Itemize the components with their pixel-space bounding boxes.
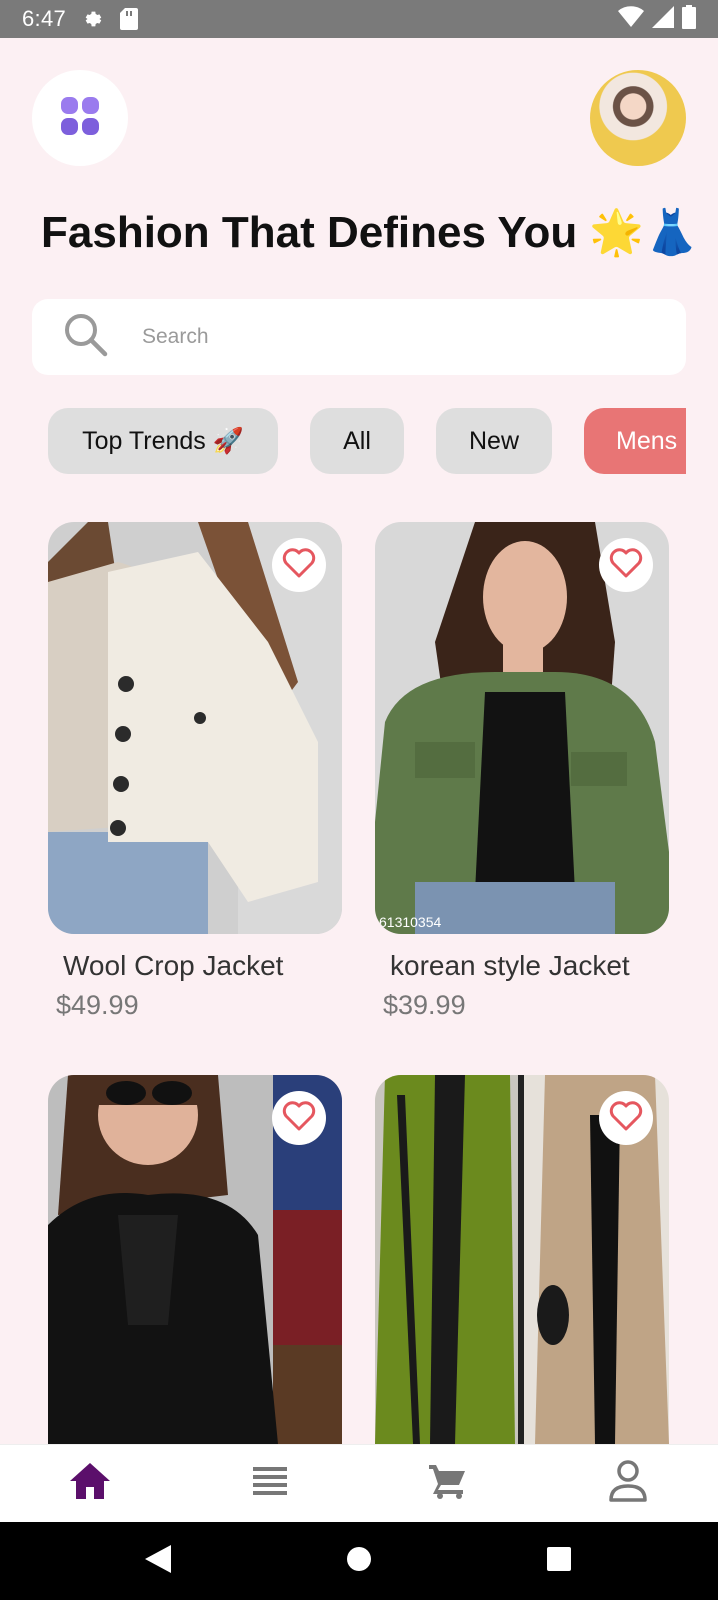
profile-icon — [609, 1459, 647, 1507]
image-watermark: 61310354 — [379, 914, 442, 930]
home-icon — [70, 1462, 110, 1504]
product-card-wool-crop-jacket[interactable] — [48, 522, 342, 934]
favorite-button[interactable] — [599, 538, 653, 592]
back-button[interactable] — [138, 1541, 178, 1581]
avatar[interactable] — [590, 70, 686, 166]
status-time: 6:47 — [22, 6, 67, 31]
product-name[interactable]: Wool Crop Jacket — [63, 950, 283, 982]
favorite-button[interactable] — [272, 538, 326, 592]
chip-new[interactable]: New — [436, 408, 552, 474]
home-circle-icon — [346, 1546, 372, 1577]
product-card-long-coat[interactable] — [375, 1075, 669, 1444]
nav-profile[interactable] — [598, 1455, 658, 1511]
page-title: Fashion That Defines You 🌟👗 — [41, 208, 700, 257]
chip-mens[interactable]: Mens — [584, 408, 686, 474]
gear-icon — [82, 8, 104, 30]
nav-catalog[interactable] — [240, 1455, 300, 1511]
favorite-button[interactable] — [599, 1091, 653, 1145]
wifi-icon — [618, 5, 644, 33]
battery-icon — [682, 4, 696, 34]
product-card-leather-jacket[interactable] — [48, 1075, 342, 1444]
chip-all[interactable]: All — [310, 408, 404, 474]
recents-square-icon — [547, 1546, 571, 1576]
product-name[interactable]: korean style Jacket — [390, 950, 630, 982]
heart-icon — [609, 547, 643, 583]
menu-button[interactable] — [32, 70, 128, 166]
search-bar[interactable] — [32, 299, 686, 375]
favorite-button[interactable] — [272, 1091, 326, 1145]
status-right-icons — [618, 4, 696, 34]
signal-icon — [652, 5, 674, 33]
search-input[interactable] — [142, 325, 622, 349]
heart-icon — [282, 1100, 316, 1136]
recents-button[interactable] — [539, 1541, 579, 1581]
chip-top-trends[interactable]: Top Trends 🚀 — [48, 408, 278, 474]
product-card-korean-style-jacket[interactable]: 61310354 — [375, 522, 669, 934]
sd-card-icon — [120, 8, 139, 30]
home-system-button[interactable] — [339, 1541, 379, 1581]
bottom-navigation — [0, 1444, 718, 1522]
search-icon — [32, 311, 110, 364]
heart-icon — [609, 1100, 643, 1136]
heart-icon — [282, 547, 316, 583]
system-navigation-bar — [0, 1522, 718, 1600]
status-bar: 6:47 — [0, 0, 718, 38]
cart-icon — [429, 1463, 467, 1504]
product-price: $49.99 — [56, 990, 139, 1020]
product-price: $39.99 — [383, 990, 466, 1020]
list-icon — [253, 1466, 287, 1500]
grid-menu-icon — [61, 96, 99, 140]
nav-cart[interactable] — [418, 1455, 478, 1511]
nav-home[interactable] — [60, 1455, 120, 1511]
back-triangle-icon — [145, 1544, 171, 1578]
category-chips: Top Trends 🚀 All New Mens — [0, 408, 686, 474]
